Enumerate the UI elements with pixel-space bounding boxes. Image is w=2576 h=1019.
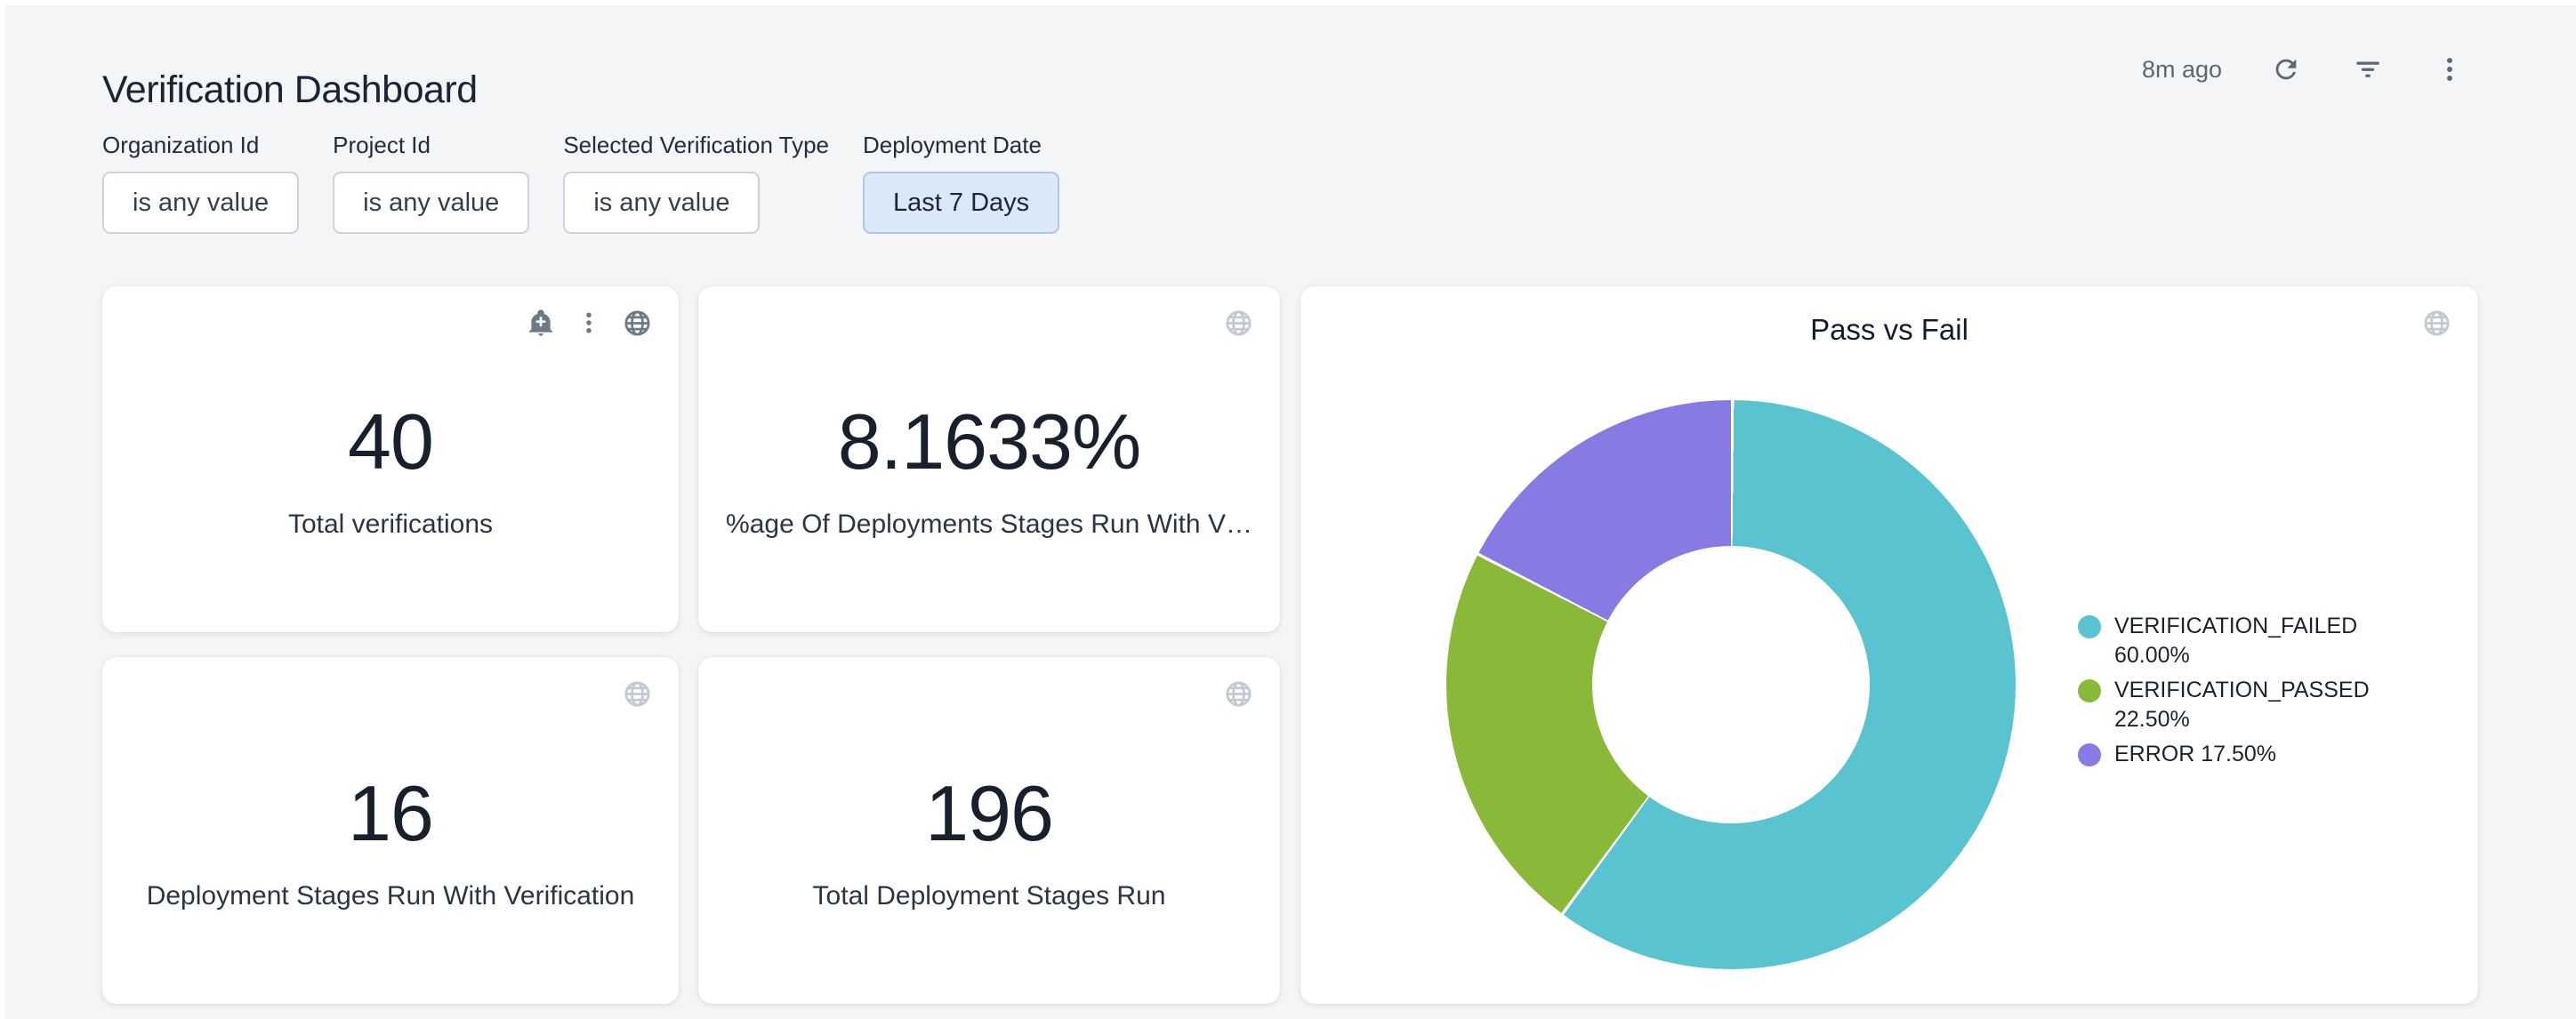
last-refresh-timestamp: 8m ago: [2142, 56, 2222, 84]
dashboard-more-actions-button[interactable]: [2432, 52, 2467, 87]
filter-bar: Organization Id is any value Project Id is …: [102, 132, 1059, 234]
tile-pct-deployment-stages-with-verification: 8.1633% %age Of Deployments Stages Run W…: [698, 286, 1280, 632]
filter-icon: [2353, 54, 2383, 84]
header-actions: 8m ago: [2142, 50, 2467, 89]
filter-chip-deployment-date[interactable]: Last 7 Days: [863, 172, 1059, 234]
globe-icon: [2422, 309, 2451, 338]
legend-label: VERIFICATION_FAILED 60.00%: [2114, 612, 2357, 670]
legend-swatch: [2078, 743, 2101, 766]
legend-item-verification_passed[interactable]: VERIFICATION_PASSED 22.50%: [2078, 676, 2460, 734]
dashboard-filters-button[interactable]: [2350, 52, 2386, 87]
globe-icon: [623, 679, 652, 709]
globe-icon: [1224, 679, 1253, 709]
filter-label-deployment-date: Deployment Date: [863, 132, 1059, 159]
filter-group-deployment-date: Deployment Date Last 7 Days: [863, 132, 1059, 234]
filter-group-selected-verification-type: Selected Verification Type is any value: [563, 132, 829, 234]
filter-chip-project-id[interactable]: is any value: [333, 172, 529, 234]
bell-plus-icon: [527, 309, 555, 337]
kebab-icon: [576, 309, 602, 336]
filter-group-project-id: Project Id is any value: [333, 132, 529, 234]
tile-total-verifications: 40 Total verifications: [102, 286, 679, 632]
stat-value: 196: [925, 774, 1053, 853]
legend-item-verification_failed[interactable]: VERIFICATION_FAILED 60.00%: [2078, 612, 2460, 670]
tile-content: 196 Total Deployment Stages Run: [698, 657, 1280, 1004]
filter-label-selected-verification-type: Selected Verification Type: [563, 132, 829, 159]
chart-legend: VERIFICATION_FAILED 60.00% VERIFICATION_P…: [2078, 612, 2460, 774]
tile-explore-from-here-button[interactable]: [622, 308, 652, 338]
stat-label: Total Deployment Stages Run: [813, 879, 1166, 913]
legend-label: VERIFICATION_PASSED 22.50%: [2114, 676, 2370, 734]
stat-label: Deployment Stages Run With Verification: [147, 879, 635, 913]
refresh-button[interactable]: [2268, 52, 2304, 87]
tile-explore-from-here-button[interactable]: [622, 678, 652, 709]
filter-chip-organization-id[interactable]: is any value: [102, 172, 299, 234]
legend-label: ERROR 17.50%: [2114, 740, 2276, 769]
stat-label: %age Of Deployments Stages Run With V…: [726, 508, 1252, 542]
legend-item-error[interactable]: ERROR 17.50%: [2078, 740, 2460, 769]
globe-icon: [1224, 309, 1253, 338]
stat-label: Total verifications: [288, 508, 493, 542]
stat-value: 16: [348, 774, 433, 853]
verification-dashboard-page: Verification Dashboard 8m ago: [0, 0, 2576, 1019]
legend-swatch: [2078, 615, 2101, 638]
page-frame-left: [0, 0, 5, 1019]
tile-total-deployment-stages-run: 196 Total Deployment Stages Run: [698, 657, 1280, 1004]
tile-pass-vs-fail-chart: Pass vs Fail VERIFICATION_FAILED 60.00%V…: [1300, 286, 2478, 1004]
stat-value: 8.1633%: [838, 403, 1140, 481]
tile-content: 16 Deployment Stages Run With Verificati…: [102, 657, 679, 1004]
chart-title: Pass vs Fail: [1300, 313, 2478, 347]
tile-explore-from-here-button[interactable]: [1223, 678, 1253, 709]
kebab-icon: [2435, 54, 2465, 84]
pass-vs-fail-donut-chart[interactable]: [1446, 400, 2016, 969]
page-frame-top: [0, 0, 2576, 5]
stat-value: 40: [348, 403, 433, 481]
tile-more-actions-button[interactable]: [574, 308, 604, 338]
tile-deployment-stages-run-with-verification: 16 Deployment Stages Run With Verificati…: [102, 657, 679, 1004]
page-title: Verification Dashboard: [102, 68, 478, 112]
filter-group-organization-id: Organization Id is any value: [102, 132, 299, 234]
filter-chip-selected-verification-type[interactable]: is any value: [563, 172, 760, 234]
tile-content: 40 Total verifications: [102, 286, 679, 632]
globe-icon: [623, 309, 652, 338]
tile-content: 8.1633% %age Of Deployments Stages Run W…: [698, 286, 1280, 632]
legend-swatch: [2078, 679, 2101, 702]
filter-label-organization-id: Organization Id: [102, 132, 299, 159]
refresh-icon: [2271, 54, 2301, 84]
tile-alert-button[interactable]: [526, 308, 556, 338]
filter-label-project-id: Project Id: [333, 132, 529, 159]
tile-explore-from-here-button[interactable]: [2421, 308, 2451, 338]
tile-explore-from-here-button[interactable]: [1223, 308, 1253, 338]
